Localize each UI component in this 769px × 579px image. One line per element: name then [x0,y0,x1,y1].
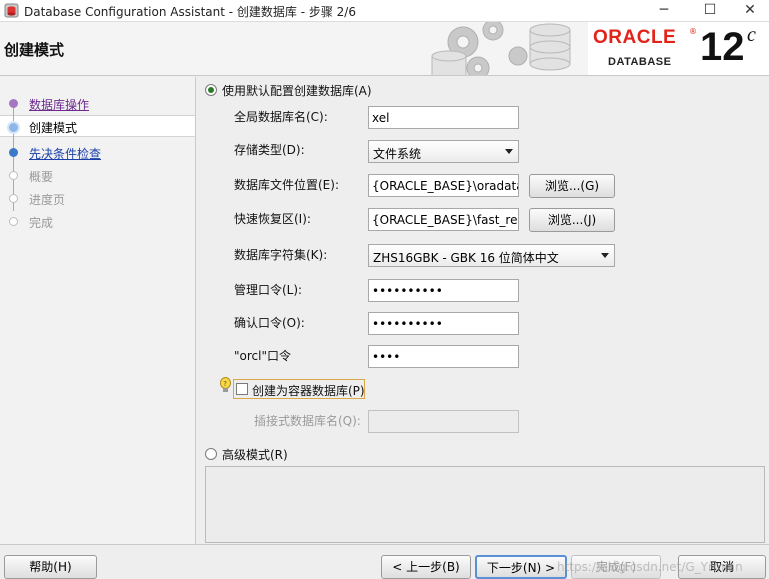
container-db-label[interactable]: 创建为容器数据库(P) [252,382,365,399]
nav-item-progress: 进度页 [29,193,66,207]
title-bar: Database Configuration Assistant - 创建数据库… [0,0,769,22]
fast-recovery-label: 快速恢复区(I): [234,212,311,226]
close-icon: ✕ [744,2,756,18]
pluggable-db-name-input [368,410,519,433]
close-button[interactable]: ✕ [730,0,769,22]
nav-item-creation-mode: 创建模式 [29,121,78,135]
pluggable-db-name-label: 插接式数据库名(Q): [254,414,361,428]
db-file-location-label: 数据库文件位置(E): [234,178,339,192]
container-db-checkbox[interactable] [236,383,248,395]
step-current-icon [7,121,20,134]
next-button[interactable]: 下一步(N) > [475,555,567,579]
confirm-password-input[interactable]: •••••••••• [368,312,519,335]
charset-label: 数据库字符集(K): [234,248,328,262]
database-label: DATABASE [608,56,672,68]
lightbulb-hint-icon[interactable]: ? [219,377,232,394]
charset-select[interactable]: ZHS16GBK - GBK 16 位简体中文 [368,244,615,267]
orcl-password-label: "orcl"口令 [234,349,291,363]
watermark-text: https://blog.csdn.net/G_Yrmian [557,560,743,574]
storage-type-select[interactable]: 文件系统 [368,140,519,163]
dropdown-arrow-icon [601,253,609,258]
maximize-button[interactable]: ☐ [690,0,730,22]
admin-password-input[interactable]: •••••••••• [368,279,519,302]
app-icon [4,3,19,18]
default-config-radio[interactable] [205,84,217,96]
global-db-name-input[interactable]: xel [368,106,519,129]
description-panel [205,466,765,543]
fast-recovery-input[interactable]: {ORACLE_BASE}\fast_recov [368,208,519,231]
page-title: 创建模式 [4,41,65,59]
global-db-name-label: 全局数据库名(C): [234,110,328,124]
nav-item-prereq-check[interactable]: 先决条件检查 [29,145,101,162]
db-file-location-input[interactable]: {ORACLE_BASE}\oradata [368,174,519,197]
nav-item-summary: 概要 [29,170,54,184]
svg-text:?: ? [223,380,227,388]
registered-mark: ® [689,27,697,36]
step-disabled-icon [9,217,18,226]
browse-db-file-button[interactable]: 浏览...(G) [529,174,615,198]
storage-type-value: 文件系统 [373,147,422,161]
version-number: 12 [700,25,745,69]
step-navigation: 数据库操作 创建模式 先决条件检查 概要 进度页 完成 [0,77,196,544]
help-button[interactable]: 帮助(H) [4,555,97,579]
advanced-mode-radio[interactable] [205,448,217,460]
admin-password-label: 管理口令(L): [234,283,303,297]
storage-type-label: 存储类型(D): [234,143,305,157]
step-visited-icon [9,99,18,108]
maximize-icon: ☐ [703,2,717,18]
confirm-password-label: 确认口令(O): [234,316,305,330]
dropdown-arrow-icon [505,149,513,154]
window-title: Database Configuration Assistant - 创建数据库… [24,5,356,19]
step-pending-icon [9,148,18,157]
header-banner: 创建模式 ORACLE ® DATABASE 12 c [0,22,769,76]
version-suffix: c [747,24,756,46]
minimize-icon: ─ [659,2,669,18]
step-disabled-icon [9,194,18,203]
browse-fast-recovery-button[interactable]: 浏览...(J) [529,208,615,232]
gears-decoration-icon [431,22,571,75]
oracle-wordmark: ORACLE [593,27,677,48]
default-config-label[interactable]: 使用默认配置创建数据库(A) [222,82,372,99]
nav-item-database-operation[interactable]: 数据库操作 [29,96,89,113]
advanced-mode-label[interactable]: 高级模式(R) [222,446,288,463]
charset-value: ZHS16GBK - GBK 16 位简体中文 [373,251,559,265]
nav-item-finish: 完成 [29,216,54,230]
back-button[interactable]: < 上一步(B) [381,555,471,579]
minimize-button[interactable]: ─ [644,0,684,22]
orcl-password-input[interactable]: •••• [368,345,519,368]
step-disabled-icon [9,171,18,180]
oracle-logo: ORACLE ® DATABASE 12 c [588,22,769,75]
